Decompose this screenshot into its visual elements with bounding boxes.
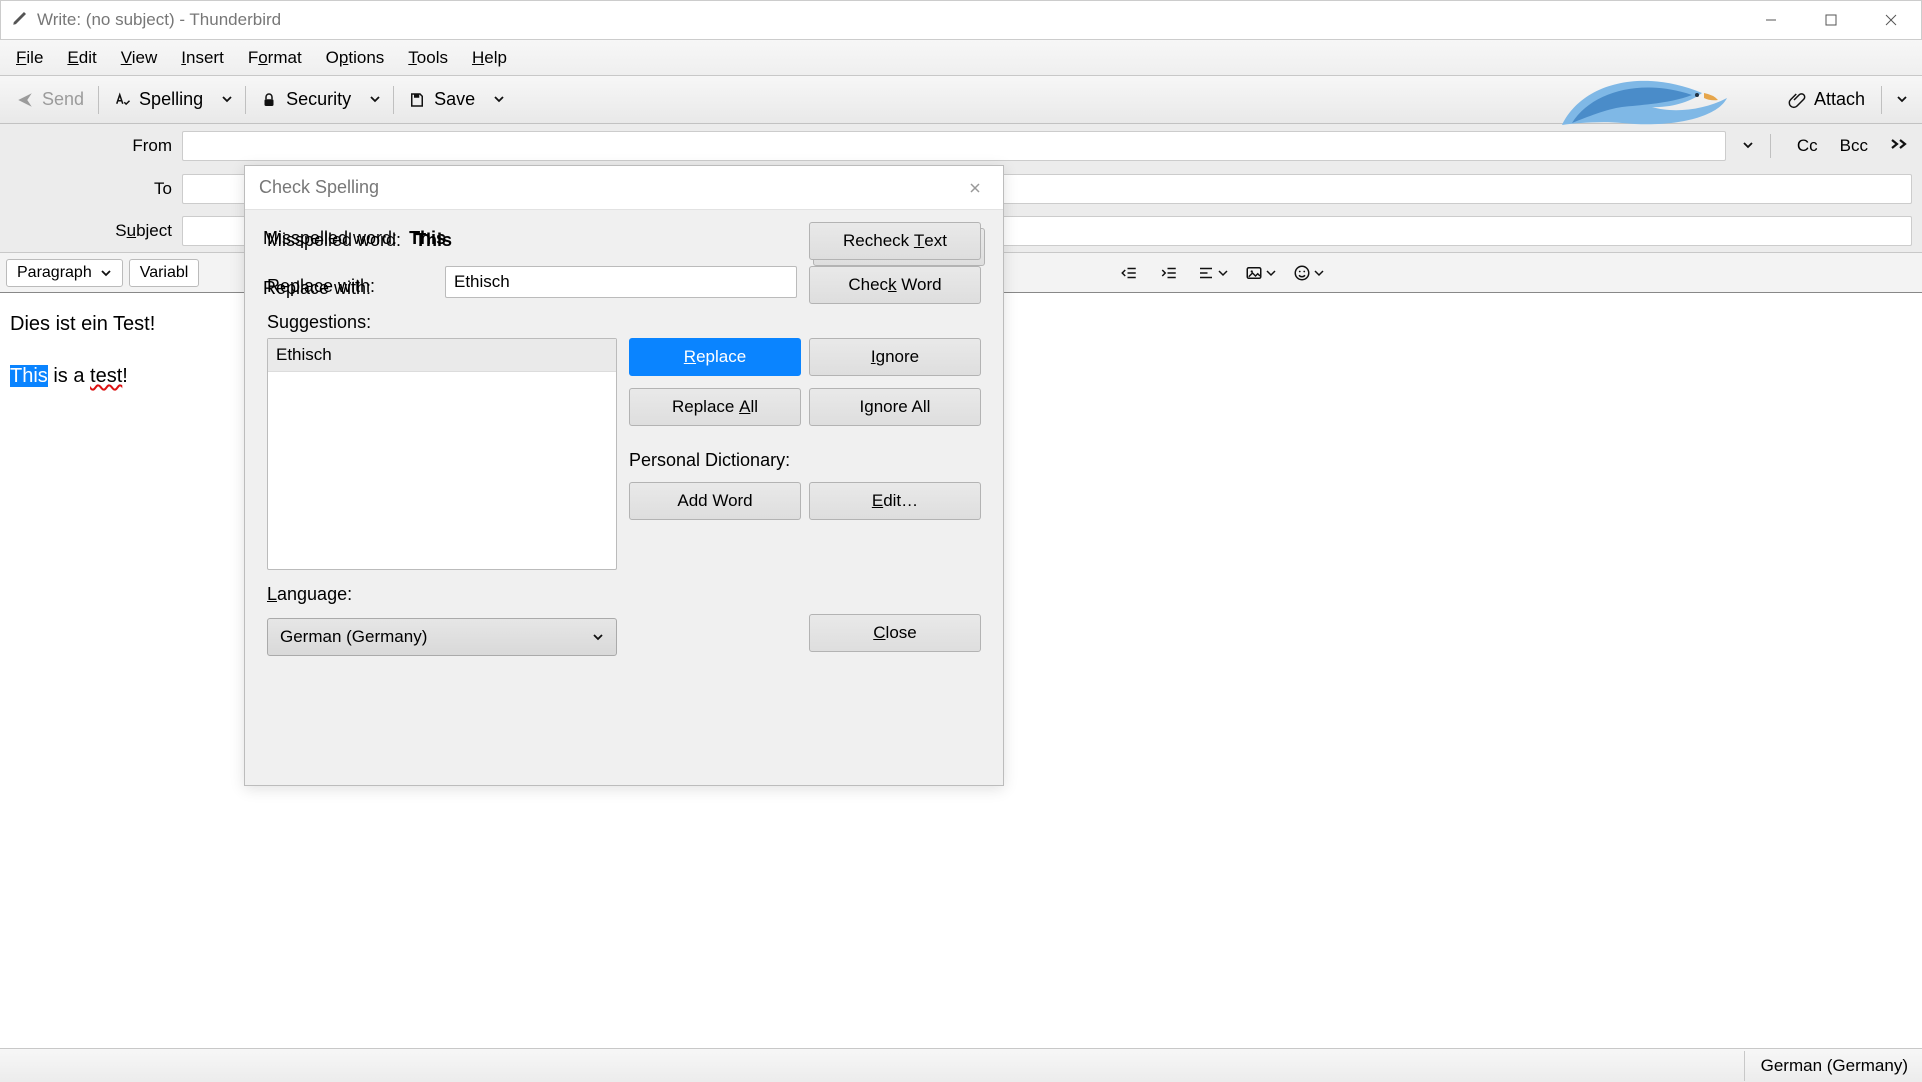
from-label: From [4,136,172,156]
more-recipients-button[interactable] [1890,136,1912,156]
menu-help[interactable]: Help [462,44,517,72]
spelling-button[interactable]: Spelling [103,83,213,116]
dialog-title: Check Spelling [259,177,379,198]
replace-with-label: Replace with: [267,276,375,297]
save-button[interactable]: Save [398,83,485,116]
chevron-down-icon [493,93,505,105]
dialog-close-button[interactable] [961,174,989,202]
misspelled-value2: This [415,230,452,251]
spelling-icon [113,91,131,109]
align-button[interactable] [1192,258,1234,288]
chevron-down-icon [1742,139,1754,151]
emoji-button[interactable] [1288,258,1330,288]
image-icon [1245,264,1263,282]
separator [245,86,246,114]
maximize-button[interactable] [1801,1,1861,39]
attach-button[interactable]: Attach [1778,83,1875,116]
suggestion-item[interactable]: Ethisch [268,339,616,372]
chevron-double-right-icon [1890,137,1912,151]
language-label: Language: [267,584,352,605]
to-label: To [4,179,172,199]
check-word-button[interactable]: Check Word [809,266,981,304]
from-field[interactable] [182,131,1726,161]
add-word-button[interactable]: Add Word [629,482,801,520]
replace-all-button[interactable]: Replace All [629,388,801,426]
save-icon [408,91,426,109]
outdent-button[interactable] [1112,258,1146,288]
chevron-down-icon [1217,267,1229,279]
spelling-dropdown[interactable] [213,84,241,116]
attach-dropdown[interactable] [1888,84,1916,116]
ignore-all-button[interactable]: Ignore All [809,388,981,426]
chevron-down-icon [1313,267,1325,279]
indent-icon [1160,264,1178,282]
insert-image-button[interactable] [1240,258,1282,288]
check-spelling-dialog: Check Spelling Misspelled word: This Rec… [244,165,1004,786]
close-window-button[interactable] [1861,1,1921,39]
security-dropdown[interactable] [361,84,389,116]
send-icon [16,91,34,109]
paragraph-style-select[interactable]: Paragraph [6,259,123,287]
send-button[interactable]: Send [6,83,94,116]
replace-with-input[interactable] [445,266,797,298]
language-select[interactable]: German (Germany) [267,618,617,656]
chevron-down-icon [100,267,112,279]
indent-button[interactable] [1152,258,1186,288]
suggestions-list[interactable]: Ethisch [267,338,617,570]
menu-insert[interactable]: Insert [171,44,234,72]
menu-view[interactable]: View [111,44,168,72]
pencil-icon [11,9,29,32]
window-title: Write: (no subject) - Thunderbird [37,10,281,30]
font-select[interactable]: Variabl [129,259,199,287]
bcc-button[interactable]: Bcc [1840,136,1868,156]
menu-format[interactable]: Format [238,44,312,72]
cc-button[interactable]: Cc [1797,136,1818,156]
thunderbird-logo [1552,73,1732,125]
close-icon [968,181,982,195]
from-dropdown[interactable] [1734,130,1762,162]
ignore-button[interactable]: Ignore [809,338,981,376]
align-icon [1197,264,1215,282]
chevron-down-icon [221,93,233,105]
menu-bar: FFile Edit View Insert Format Options To… [0,40,1922,76]
misspelled-word: test [90,365,122,387]
replace-button[interactable]: Replace [629,338,801,376]
main-toolbar: Send Spelling Security Save Attach [0,76,1922,124]
chevron-down-icon [369,93,381,105]
status-language[interactable]: German (Germany) [1761,1056,1908,1076]
security-button[interactable]: Security [250,83,361,116]
menu-edit[interactable]: Edit [57,44,106,72]
paperclip-icon [1788,91,1806,109]
menu-file[interactable]: FFile [6,44,53,72]
subject-label: Subject [4,221,172,241]
recheck-text-button[interactable]: Recheck Text [809,222,981,260]
menu-tools[interactable]: Tools [398,44,458,72]
separator [393,86,394,114]
smiley-icon [1293,264,1311,282]
chevron-down-icon [1265,267,1277,279]
separator [1881,86,1882,114]
selected-word: This [10,365,48,387]
separator [98,86,99,114]
title-bar: Write: (no subject) - Thunderbird [0,0,1922,40]
chevron-down-icon [592,631,604,643]
minimize-button[interactable] [1741,1,1801,39]
personal-dictionary-label: Personal Dictionary: [629,450,790,471]
lock-icon [260,91,278,109]
save-dropdown[interactable] [485,84,513,116]
suggestions-label: Suggestions: [267,312,371,333]
outdent-icon [1120,264,1138,282]
misspelled-label2: Misspelled word: [267,230,401,251]
chevron-down-icon [1896,93,1908,105]
status-bar: German (Germany) [0,1048,1922,1082]
close-button[interactable]: Close [809,614,981,652]
edit-dictionary-button[interactable]: Edit… [809,482,981,520]
menu-options[interactable]: Options [316,44,395,72]
